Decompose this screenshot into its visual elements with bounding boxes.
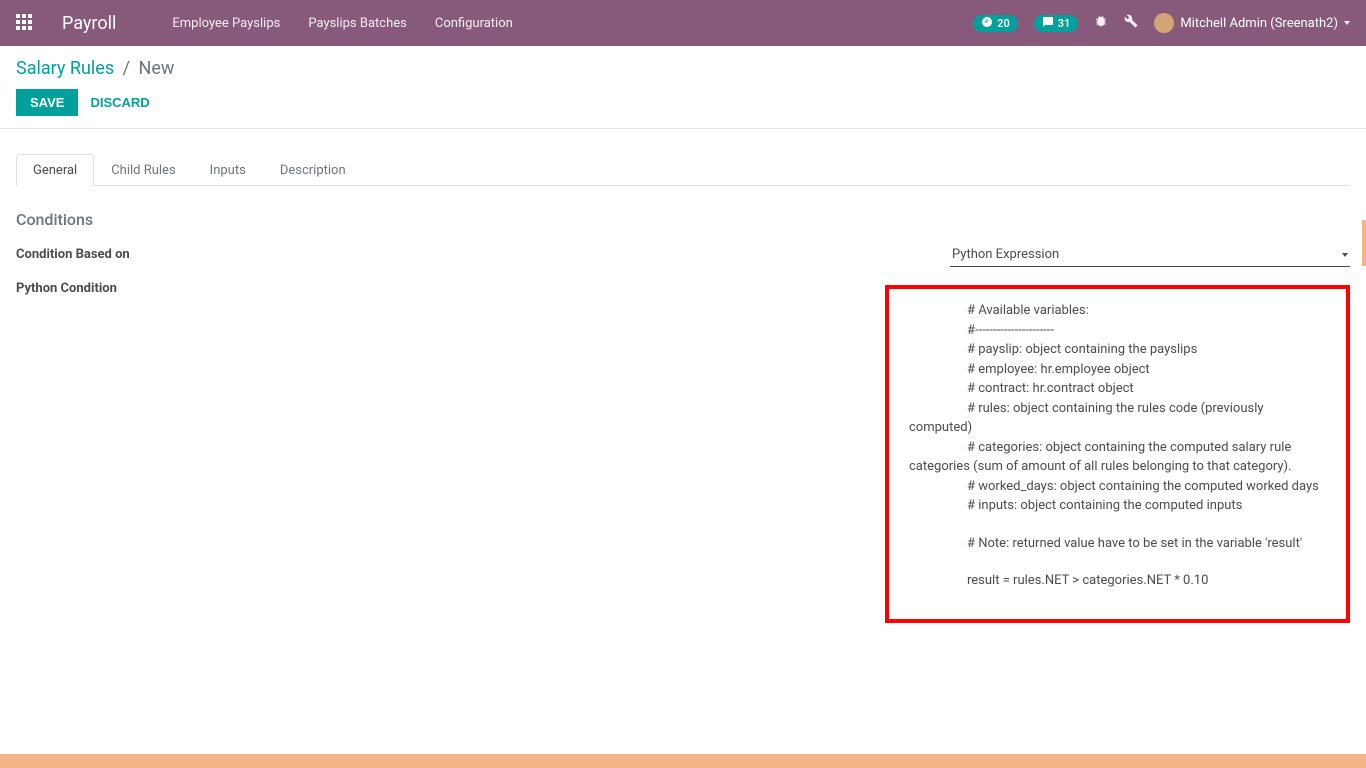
breadcrumb-current: New — [139, 58, 175, 79]
bug-icon[interactable] — [1094, 14, 1108, 32]
bottom-accent-bar — [0, 754, 1366, 768]
top-navbar: Payroll Employee Payslips Payslips Batch… — [0, 0, 1366, 46]
scroll-indicator — [1362, 220, 1366, 266]
apps-icon[interactable] — [16, 14, 34, 32]
nav-link-payslips[interactable]: Employee Payslips — [172, 16, 280, 31]
activity-count: 20 — [997, 17, 1010, 30]
label-python-condition: Python Condition — [16, 277, 216, 296]
chevron-down-icon — [1344, 21, 1350, 25]
python-condition-textarea[interactable]: # Available variables: #----------------… — [885, 285, 1350, 623]
user-menu[interactable]: Mitchell Admin (Sreenath2) — [1154, 13, 1350, 33]
nav-link-configuration[interactable]: Configuration — [435, 16, 513, 31]
clock-icon — [981, 16, 993, 31]
nav-link-batches[interactable]: Payslips Batches — [308, 16, 407, 31]
section-title-conditions: Conditions — [16, 210, 1350, 229]
nav-right: 20 31 Mitchell Admin (Sreenath2) — [973, 13, 1350, 33]
tab-general[interactable]: General — [16, 154, 94, 186]
message-count: 31 — [1058, 17, 1071, 30]
tab-child-rules[interactable]: Child Rules — [94, 154, 192, 186]
save-button[interactable]: Save — [16, 89, 78, 116]
app-brand[interactable]: Payroll — [62, 13, 116, 34]
label-condition-based-on: Condition Based on — [16, 243, 216, 262]
condition-based-on-select[interactable]: Python Expression — [950, 243, 1350, 267]
messages-button[interactable]: 31 — [1034, 15, 1079, 32]
chat-icon — [1042, 16, 1054, 31]
nav-links: Employee Payslips Payslips Batches Confi… — [172, 16, 512, 31]
chevron-down-icon — [1342, 253, 1348, 257]
user-name: Mitchell Admin (Sreenath2) — [1180, 16, 1338, 31]
breadcrumb-root[interactable]: Salary Rules — [16, 58, 114, 79]
activity-button[interactable]: 20 — [973, 15, 1018, 32]
tab-description[interactable]: Description — [263, 154, 363, 186]
avatar — [1154, 13, 1174, 33]
breadcrumb: Salary Rules / New — [16, 58, 1350, 79]
discard-button[interactable]: Discard — [90, 95, 149, 110]
tab-inputs[interactable]: Inputs — [193, 154, 263, 186]
condition-based-on-value: Python Expression — [952, 247, 1059, 262]
tools-icon[interactable] — [1124, 14, 1138, 32]
tabs: General Child Rules Inputs Description — [16, 153, 1350, 186]
